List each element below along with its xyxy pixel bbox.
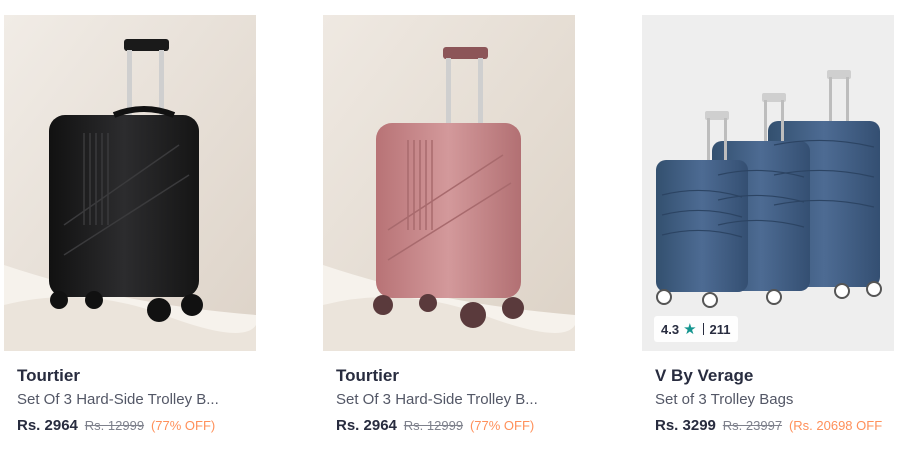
product-name: Set Of 3 Hard-Side Trolley B... [336, 391, 538, 408]
product-brand: Tourtier [336, 366, 399, 385]
product-mrp: Rs. 23997 [722, 418, 783, 433]
price-row: Rs. 2964 Rs. 12999 (77% OFF) [336, 416, 576, 435]
product-image[interactable]: 4.3 ★ 211 [642, 15, 894, 351]
product-price: Rs. 2964 [17, 417, 78, 434]
rating-value: 4.3 [661, 321, 680, 337]
product-name: Set Of 3 Hard-Side Trolley B... [17, 391, 219, 408]
product-price: Rs. 2964 [336, 417, 397, 434]
product-card[interactable]: Tourtier Set Of 3 Hard-Side Trolley B...… [323, 15, 575, 460]
product-mrp: Rs. 12999 [84, 418, 145, 433]
product-discount: (77% OFF) [469, 418, 535, 433]
product-mrp: Rs. 12999 [403, 418, 464, 433]
product-image[interactable] [4, 15, 256, 351]
rating-badge: 4.3 ★ 211 [654, 316, 738, 342]
product-discount: (Rs. 20698 OFF [788, 418, 883, 433]
product-image[interactable] [323, 15, 575, 351]
product-brand: Tourtier [17, 366, 80, 385]
product-price: Rs. 3299 [655, 417, 716, 434]
product-brand: V By Verage [655, 366, 754, 385]
product-discount: (77% OFF) [150, 418, 216, 433]
star-icon: ★ [683, 321, 697, 338]
rating-divider [702, 323, 704, 335]
product-card[interactable]: Tourtier Set Of 3 Hard-Side Trolley B...… [4, 15, 256, 460]
rating-count: 211 [709, 321, 731, 337]
price-row: Rs. 3299 Rs. 23997 (Rs. 20698 OFF [655, 416, 919, 435]
product-card[interactable]: 4.3 ★ 211 V By Verage Set of 3 Trolley B… [642, 15, 894, 460]
price-row: Rs. 2964 Rs. 12999 (77% OFF) [17, 416, 257, 435]
product-name: Set of 3 Trolley Bags [655, 391, 794, 408]
